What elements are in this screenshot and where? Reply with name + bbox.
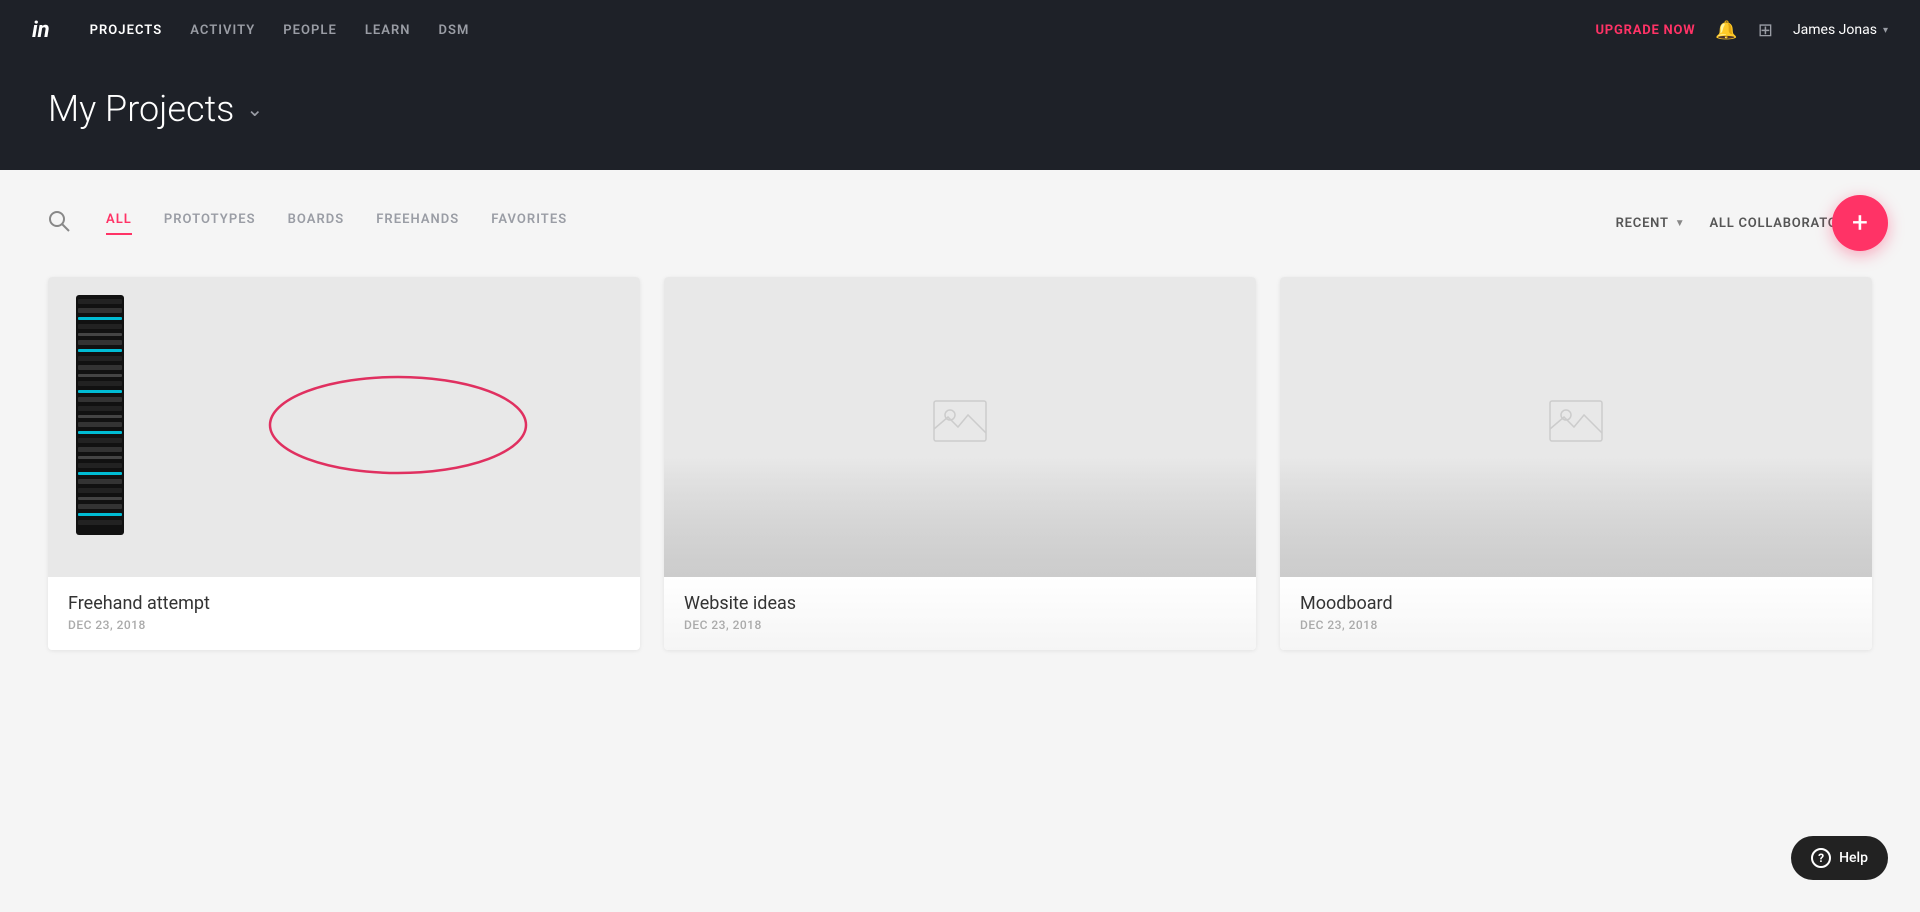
card-date: DEC 23, 2018 bbox=[684, 618, 1236, 632]
card-date: DEC 23, 2018 bbox=[68, 618, 620, 632]
upgrade-button[interactable]: UPGRADE NOW bbox=[1595, 23, 1695, 38]
nav-links: PROJECTS ACTIVITY PEOPLE LEARN DSM bbox=[90, 23, 1564, 38]
user-chevron-icon: ▾ bbox=[1883, 25, 1888, 36]
filter-freehands[interactable]: FREEHANDS bbox=[376, 212, 459, 235]
filter-prototypes[interactable]: PROTOTYPES bbox=[164, 212, 256, 235]
card-thumbnail bbox=[664, 277, 1256, 577]
page-title-text: My Projects bbox=[48, 88, 234, 130]
card-info: Website ideas DEC 23, 2018 bbox=[664, 577, 1256, 650]
filter-all[interactable]: ALL bbox=[106, 212, 132, 235]
fab-plus-icon: + bbox=[1852, 209, 1868, 237]
help-button[interactable]: ? Help bbox=[1791, 836, 1888, 880]
search-icon[interactable] bbox=[48, 210, 70, 237]
help-label: Help bbox=[1839, 850, 1868, 866]
nav-dsm[interactable]: DSM bbox=[439, 23, 470, 38]
content-area: ALL PROTOTYPES BOARDS FREEHANDS FAVORITE… bbox=[0, 170, 1920, 870]
oval-annotation bbox=[263, 370, 533, 484]
project-card[interactable]: Moodboard DEC 23, 2018 bbox=[1280, 277, 1872, 650]
card-title: Freehand attempt bbox=[68, 593, 620, 614]
header-band: My Projects ⌄ bbox=[0, 60, 1920, 170]
filter-boards[interactable]: BOARDS bbox=[288, 212, 345, 235]
page-title: My Projects ⌄ bbox=[48, 88, 1872, 130]
card-title: Website ideas bbox=[684, 593, 1236, 614]
grid-icon[interactable]: ⊞ bbox=[1758, 20, 1773, 41]
help-circle-icon: ? bbox=[1811, 848, 1831, 868]
bell-icon[interactable]: 🔔 bbox=[1715, 20, 1737, 41]
project-card[interactable]: Freehand attempt DEC 23, 2018 bbox=[48, 277, 640, 650]
nav-learn[interactable]: LEARN bbox=[365, 23, 411, 38]
nav-activity[interactable]: ACTIVITY bbox=[190, 23, 255, 38]
sort-dropdown[interactable]: RECENT ▼ bbox=[1616, 216, 1686, 231]
top-navigation: in PROJECTS ACTIVITY PEOPLE LEARN DSM UP… bbox=[0, 0, 1920, 60]
card-thumbnail bbox=[1280, 277, 1872, 577]
add-project-button[interactable]: + bbox=[1832, 195, 1888, 251]
filter-tabs: ALL PROTOTYPES BOARDS FREEHANDS FAVORITE… bbox=[106, 212, 567, 235]
project-card[interactable]: Website ideas DEC 23, 2018 bbox=[664, 277, 1256, 650]
filter-bar: ALL PROTOTYPES BOARDS FREEHANDS FAVORITE… bbox=[48, 210, 1872, 237]
card-date: DEC 23, 2018 bbox=[1300, 618, 1852, 632]
sort-label: RECENT bbox=[1616, 216, 1669, 231]
card-thumbnail bbox=[48, 277, 640, 577]
user-name-label: James Jonas bbox=[1793, 22, 1877, 38]
sort-chevron-icon: ▼ bbox=[1675, 218, 1686, 229]
card-title: Moodboard bbox=[1300, 593, 1852, 614]
card-gradient bbox=[664, 457, 1256, 577]
placeholder-image-icon bbox=[928, 389, 992, 465]
filter-favorites[interactable]: FAVORITES bbox=[491, 212, 567, 235]
card-info: Freehand attempt DEC 23, 2018 bbox=[48, 577, 640, 650]
nav-right: UPGRADE NOW 🔔 ⊞ James Jonas ▾ bbox=[1595, 20, 1888, 41]
projects-grid: Freehand attempt DEC 23, 2018 Website id… bbox=[48, 277, 1872, 650]
nav-people[interactable]: PEOPLE bbox=[283, 23, 337, 38]
card-info: Moodboard DEC 23, 2018 bbox=[1280, 577, 1872, 650]
card-gradient bbox=[1280, 457, 1872, 577]
nav-projects[interactable]: PROJECTS bbox=[90, 23, 163, 38]
logo[interactable]: in bbox=[32, 18, 50, 43]
placeholder-image-icon bbox=[1544, 389, 1608, 465]
user-menu[interactable]: James Jonas ▾ bbox=[1793, 22, 1888, 38]
page-title-chevron-icon[interactable]: ⌄ bbox=[246, 97, 263, 121]
